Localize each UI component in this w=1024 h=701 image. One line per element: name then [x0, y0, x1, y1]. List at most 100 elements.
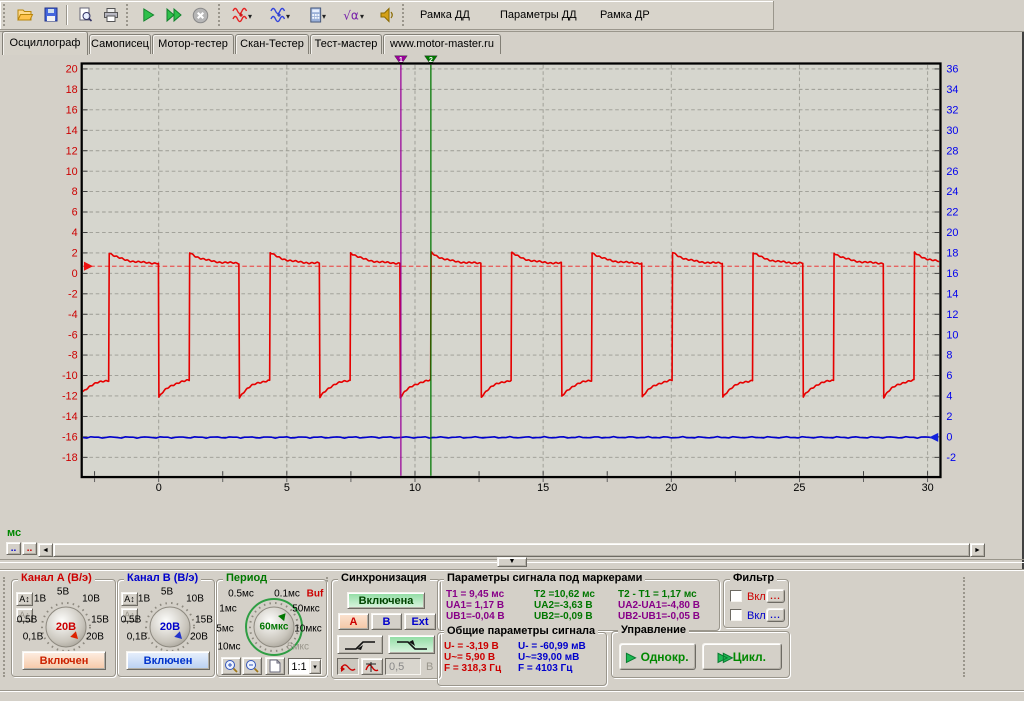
sound-button[interactable]: [374, 3, 399, 27]
collapse-panel-button[interactable]: ▼: [497, 557, 527, 567]
tab-bar: Осциллограф Самописец Мотор-тестер Скан-…: [0, 31, 1024, 54]
tab-oscillograph[interactable]: Осциллограф: [2, 31, 88, 55]
chevron-down-icon[interactable]: ▾: [248, 12, 256, 21]
x-axis-label: 25: [793, 482, 805, 494]
sync-source-a-button[interactable]: A: [338, 613, 369, 630]
tab-scan-tester[interactable]: Скан-Тестер: [235, 34, 309, 54]
zoom-out-button[interactable]: [242, 657, 262, 675]
sync-mode-auto-button[interactable]: [337, 658, 359, 675]
scrollbar-thumb[interactable]: [53, 543, 970, 557]
channel-a-autoscale-button[interactable]: A↕: [16, 592, 33, 606]
chevron-down-icon[interactable]: ▾: [286, 12, 294, 21]
chevron-down-icon[interactable]: ▾: [309, 659, 321, 674]
tab-motor-master-site[interactable]: www.motor-master.ru: [383, 34, 501, 54]
sync-level-unit: В: [426, 661, 433, 673]
cycle-run-button[interactable]: ▶▶ Цикл.: [702, 643, 782, 670]
chevron-down-icon[interactable]: ▾: [360, 12, 368, 21]
speaker-icon: [379, 7, 395, 23]
open-folder-icon: [16, 7, 34, 23]
chevron-down-icon[interactable]: ▾: [322, 12, 330, 21]
channel-b-enabled-button[interactable]: Включен: [126, 651, 210, 670]
left-axis-label: 2: [72, 248, 78, 260]
panel-grip[interactable]: [963, 577, 967, 677]
level-trigger-icon: [364, 661, 380, 673]
filter-b-more-button[interactable]: ...: [766, 608, 785, 622]
x-axis-label: 15: [537, 482, 549, 494]
channel-b-autoscale-button[interactable]: A↕: [121, 592, 138, 606]
scroll-right-arrow[interactable]: ►: [970, 543, 985, 557]
channel-a-level-arrow[interactable]: [84, 262, 93, 271]
run-single-button[interactable]: [136, 3, 161, 27]
channel-a-enabled-button[interactable]: Включен: [22, 651, 106, 670]
save-button[interactable]: [38, 3, 63, 27]
knob-label: 0,1В: [23, 632, 44, 643]
ramka-dr-button[interactable]: Рамка ДР: [590, 4, 660, 26]
sync-source-ext-button[interactable]: Ext: [404, 613, 436, 630]
filter-a-checkbox[interactable]: [730, 590, 742, 602]
toolbar-grip[interactable]: [3, 4, 8, 26]
zoom-in-icon: [224, 659, 238, 673]
time-marker-1-number: 1: [399, 55, 403, 64]
sync-level-input[interactable]: [385, 658, 421, 675]
filter-panel: Фильтр Вкл ... Вкл ...: [723, 579, 789, 628]
stop-button[interactable]: [188, 3, 213, 27]
right-axis-label: 0: [946, 431, 952, 443]
marker-params-title: Параметры сигнала под маркерами: [444, 572, 645, 584]
print-preview-icon: [77, 7, 93, 23]
time-marker-1-handle[interactable]: [395, 56, 408, 65]
scroll-left-arrow[interactable]: ◄: [38, 543, 53, 557]
zoom-in-button[interactable]: [221, 657, 241, 675]
panel-grip[interactable]: [3, 577, 7, 677]
left-axis-label: 20: [66, 64, 78, 76]
parametry-dd-button[interactable]: Параметры ДД: [490, 4, 587, 26]
sync-source-b-button[interactable]: B: [371, 613, 402, 630]
left-axis-label: 8: [72, 186, 78, 198]
channel-b-level-arrow[interactable]: [929, 433, 938, 442]
print-button[interactable]: [98, 3, 123, 27]
ramka-dd-button[interactable]: Рамка ДД: [410, 4, 480, 26]
new-page-button[interactable]: [265, 657, 285, 675]
period-title: Период: [223, 572, 270, 584]
sync-falling-edge-button[interactable]: [388, 635, 435, 654]
zoom-ratio-select[interactable]: 1:1 ▾: [288, 658, 322, 675]
knob-label: 10мкс: [294, 624, 322, 635]
toolbar: ▾ ▾ ▾ √α ▾ Рамка ДД Параметры ДД Рамка Д…: [0, 0, 1024, 32]
filter-b-label: Вкл: [747, 610, 766, 622]
sync-rising-edge-button[interactable]: [337, 635, 383, 654]
channel-a-panel: Канал A (В/э) A↕ A↕ 20В 0,1В 0,5В 1В 5В …: [11, 579, 116, 677]
marker-1-jump-button[interactable]: ..: [6, 542, 21, 555]
tab-samopisec[interactable]: Самописец: [89, 34, 151, 54]
control-panel: Управление ▶ Однокр. ▶▶ Цикл.: [611, 631, 790, 678]
right-axis-label: 20: [946, 227, 958, 239]
tab-motor-tester[interactable]: Мотор-тестер: [152, 34, 234, 54]
left-axis-label: 12: [66, 145, 78, 157]
toolbar-grip[interactable]: [402, 4, 407, 26]
run-cycle-button[interactable]: [162, 3, 187, 27]
channel-a-title: Канал A (В/э): [18, 572, 95, 584]
toolbar-grip[interactable]: [126, 4, 131, 26]
marker-2-jump-button[interactable]: ..: [22, 542, 37, 555]
knob-label: 1В: [34, 594, 46, 605]
filter-b-checkbox[interactable]: [730, 609, 742, 621]
channel-b-knob-value: 20В: [160, 621, 180, 633]
right-axis-label: 24: [946, 186, 958, 198]
channel-b-trace: [83, 437, 937, 439]
x-axis-label: 10: [409, 482, 421, 494]
general-params-panel: Общие параметры сигнала U- = -3,19 В U~=…: [437, 632, 607, 686]
tab-test-master[interactable]: Тест-мастер: [310, 34, 382, 54]
horizontal-scrollbar[interactable]: ◄ ►: [38, 543, 985, 557]
x-axis-label: 20: [665, 482, 677, 494]
falling-edge-icon: [395, 639, 429, 651]
filter-a-more-button[interactable]: ...: [766, 589, 785, 603]
toolbar-grip[interactable]: [218, 4, 223, 26]
print-preview-button[interactable]: [72, 3, 97, 27]
right-axis-label: -2: [946, 452, 956, 464]
left-axis-label: -4: [68, 309, 78, 321]
right-axis-label: 26: [946, 166, 958, 178]
knob-label: 0,1В: [127, 632, 148, 643]
open-button[interactable]: [12, 3, 37, 27]
sync-mode-level-button[interactable]: [361, 658, 383, 675]
single-run-button[interactable]: ▶ Однокр.: [619, 643, 696, 670]
sync-enabled-button[interactable]: Включена: [347, 592, 425, 609]
time-marker-2-handle[interactable]: [425, 56, 438, 65]
